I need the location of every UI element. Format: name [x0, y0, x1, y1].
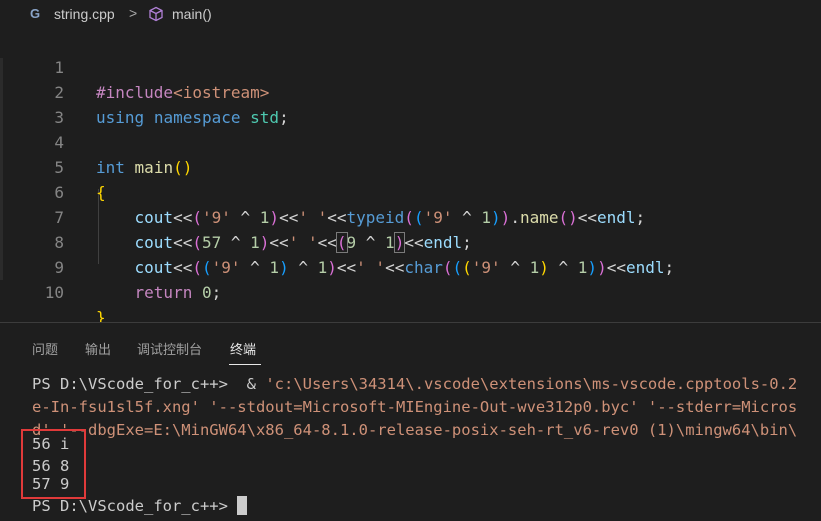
line-number: 10: [44, 283, 64, 302]
code-line[interactable]: 5 {: [0, 130, 821, 202]
breadcrumb: G string.cpp > main(): [0, 0, 821, 30]
tab-debug-console[interactable]: 调试控制台: [137, 339, 202, 358]
panel-tabs: 问题 输出 调试控制台 终端: [0, 323, 821, 367]
output-highlight-box: [21, 429, 86, 499]
code-editor[interactable]: 1 #include<iostream> 2 using namespace s…: [0, 30, 821, 327]
terminal-command-op: &: [246, 375, 256, 393]
code-line[interactable]: 7 cout<<(57 ^ 1)<<' '<<(9 ^ 1)<<endl;: [0, 180, 821, 253]
terminal-line: d' '--dbgExe=E:\MinGW64\x86_64-8.1.0-rel…: [32, 421, 798, 439]
code-line[interactable]: 6 cout<<('9' ^ 1)<<' '<<typeid(('9' ^ 1)…: [0, 155, 821, 227]
tab-output[interactable]: 输出: [85, 339, 111, 358]
breadcrumb-separator: >: [129, 5, 138, 21]
cpp-file-icon: G: [30, 6, 41, 21]
code-line[interactable]: 4 int main(): [0, 105, 821, 177]
bottom-panel: 问题 输出 调试控制台 终端 PS D:\VScode_for_c++> & '…: [0, 323, 821, 521]
tab-problems[interactable]: 问题: [32, 339, 58, 358]
terminal-command-arg: 'c:\Users\34314\.vscode\extensions\ms-vs…: [265, 375, 798, 393]
code-line[interactable]: 3: [0, 80, 821, 127]
terminal-prompt: PS D:\VScode_for_c++>: [32, 497, 228, 515]
tab-terminal[interactable]: 终端: [230, 339, 256, 358]
breadcrumb-file[interactable]: string.cpp: [54, 6, 115, 22]
breadcrumb-symbol[interactable]: main(): [172, 6, 212, 22]
code-line[interactable]: 8 cout<<(('9' ^ 1) ^ 1)<<' '<<char((('9'…: [0, 205, 821, 277]
code-text: return 0;: [134, 283, 222, 302]
code-line[interactable]: 1 #include<iostream>: [0, 30, 821, 102]
terminal-prompt: PS D:\VScode_for_c++>: [32, 375, 228, 393]
terminal-line: e-In-fsu1sl5f.xng' '--stdout=Microsoft-M…: [32, 398, 798, 416]
terminal-cursor: [237, 496, 248, 515]
method-cube-icon: [148, 6, 164, 22]
code-line[interactable]: 9 return 0;: [0, 230, 821, 302]
active-tab-indicator: [229, 364, 261, 365]
code-line[interactable]: 10 }: [0, 255, 821, 327]
code-line[interactable]: 2 using namespace std;: [0, 55, 821, 127]
terminal-line: PS D:\VScode_for_c++> & 'c:\Users\34314\…: [32, 373, 797, 396]
